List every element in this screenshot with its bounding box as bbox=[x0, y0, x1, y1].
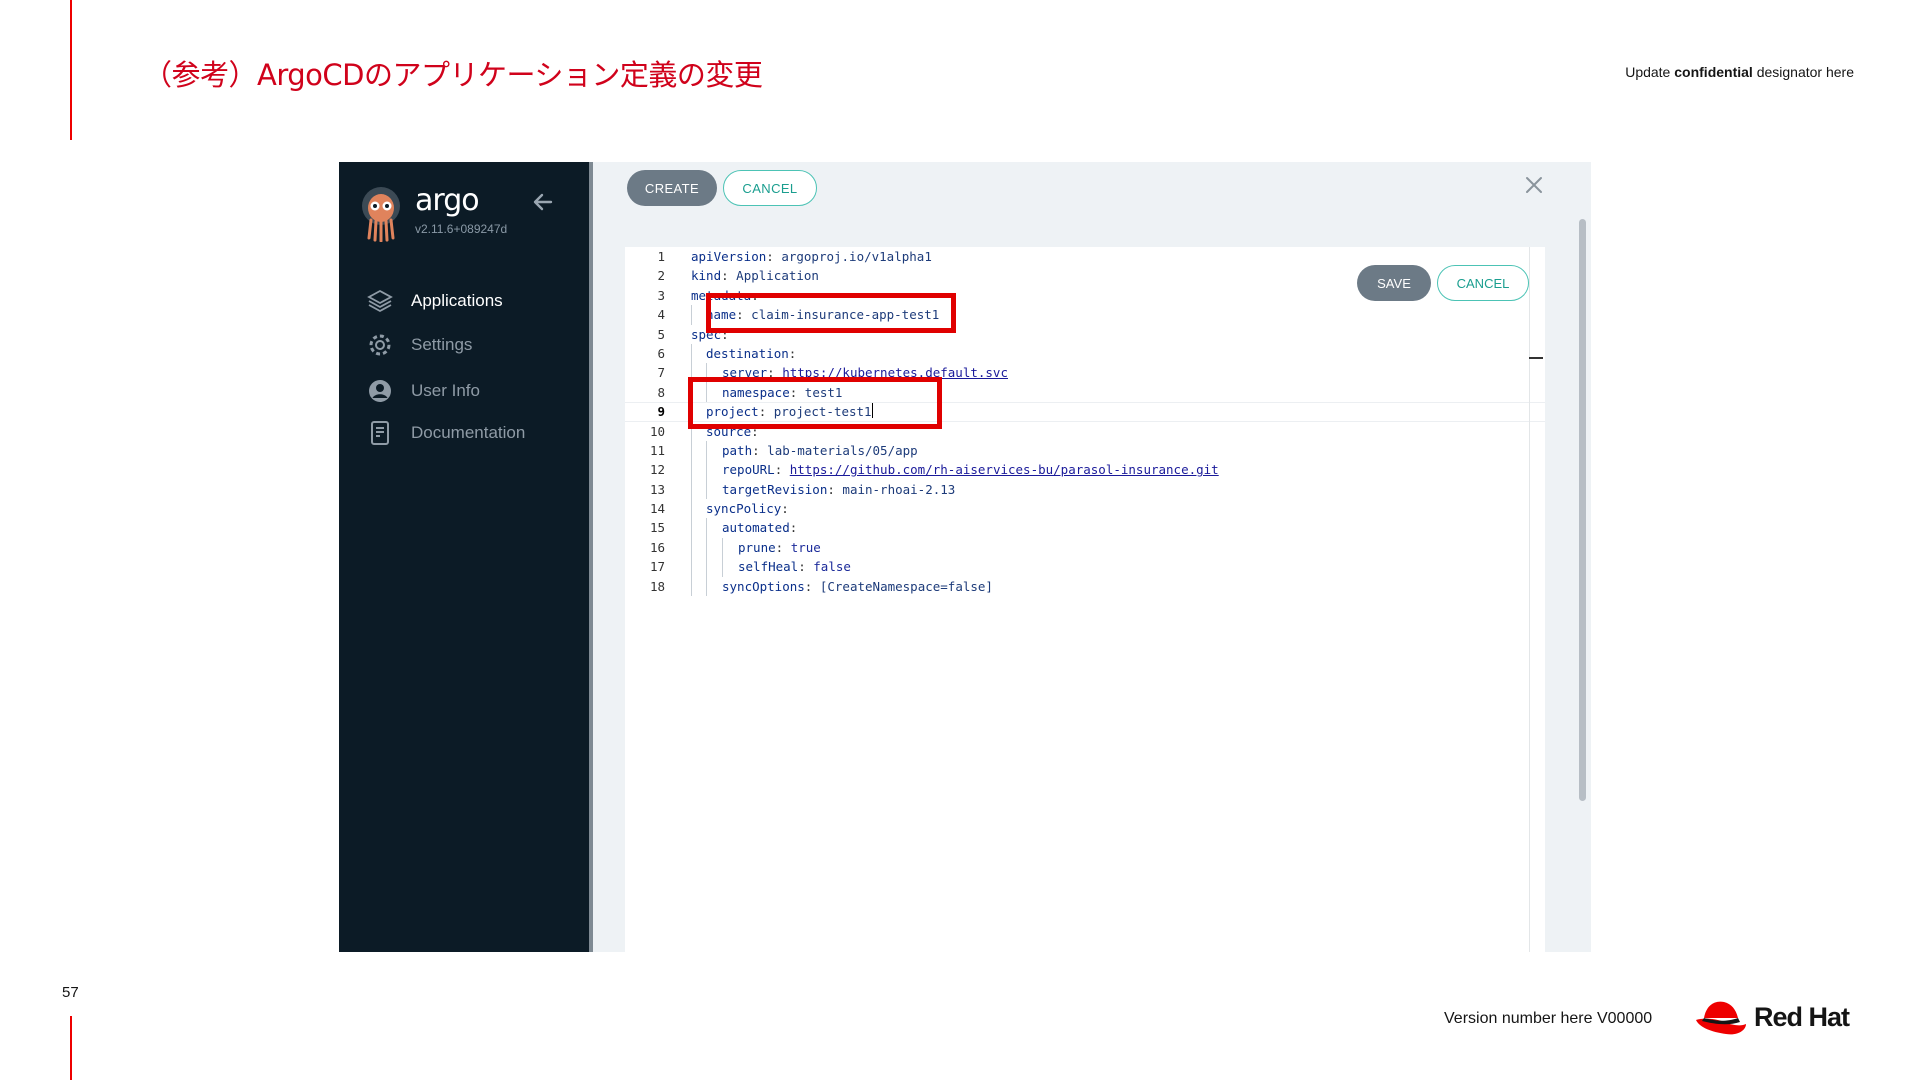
vertical-scrollbar[interactable] bbox=[1578, 217, 1587, 952]
sidebar-item-label: Documentation bbox=[411, 423, 526, 442]
line-number: 6 bbox=[657, 345, 665, 361]
line-number: 15 bbox=[649, 520, 665, 536]
argocd-screenshot: argo v2.11.6+089247d Applications Settin… bbox=[339, 162, 1591, 952]
confidential-pre: Update bbox=[1625, 64, 1675, 80]
brand-version: v2.11.6+089247d bbox=[415, 222, 508, 236]
sidebar-item-label: Settings bbox=[411, 335, 473, 354]
accent-rule-top bbox=[70, 0, 72, 140]
yaml-value: [CreateNamespace=false] bbox=[819, 578, 993, 594]
sidebar: argo v2.11.6+089247d Applications Settin… bbox=[339, 162, 589, 952]
yaml-value: Application bbox=[736, 268, 819, 284]
line-number: 12 bbox=[649, 462, 665, 478]
line-number: 7 bbox=[657, 365, 665, 381]
sidebar-item-user-info[interactable]: User Info bbox=[367, 370, 525, 412]
line-number: 11 bbox=[649, 442, 665, 458]
line-number: 16 bbox=[649, 539, 665, 555]
line-number: 5 bbox=[657, 326, 665, 342]
yaml-key: prune bbox=[738, 539, 776, 555]
layers-icon bbox=[367, 288, 393, 314]
code-line: destination: bbox=[691, 343, 1219, 364]
yaml-bool-value: false bbox=[813, 559, 851, 575]
line-number: 9 bbox=[657, 404, 665, 420]
save-button[interactable]: SAVE bbox=[1357, 265, 1431, 301]
yaml-key: syncOptions bbox=[722, 578, 805, 594]
yaml-key: syncPolicy bbox=[706, 501, 782, 517]
sidebar-item-applications[interactable]: Applications bbox=[367, 280, 525, 322]
sidebar-item-label: User Info bbox=[411, 381, 480, 400]
yaml-key: path bbox=[722, 442, 753, 458]
yaml-link-value[interactable]: https://github.com/rh-aiservices-bu/para… bbox=[790, 462, 1219, 477]
code-line: targetRevision: main-rhoai-2.13 bbox=[691, 479, 1219, 500]
code-line: selfHeal: false bbox=[691, 557, 1219, 577]
sidebar-item-documentation[interactable]: Documentation bbox=[367, 412, 525, 454]
close-icon[interactable] bbox=[1523, 174, 1545, 196]
code-line: apiVersion: argoproj.io/v1alpha1 bbox=[691, 249, 932, 264]
panel-toolbar: CREATE CANCEL bbox=[593, 162, 1591, 214]
highlight-box-name bbox=[706, 293, 956, 333]
confidential-designator: Update confidential designator here bbox=[1625, 64, 1854, 80]
brand-name: argo bbox=[415, 183, 480, 218]
yaml-value: main-rhoai-2.13 bbox=[842, 481, 956, 497]
line-number: 8 bbox=[657, 384, 665, 400]
user-icon bbox=[367, 378, 393, 404]
confidential-post: designator here bbox=[1752, 64, 1854, 80]
code-line: prune: true bbox=[691, 537, 1219, 558]
yaml-value: lab-materials/05/app bbox=[767, 442, 918, 458]
document-icon bbox=[367, 420, 393, 446]
slide-title: （参考）ArgoCDのアプリケーション定義の変更 bbox=[143, 58, 763, 92]
confidential-bold: confidential bbox=[1674, 64, 1753, 80]
code-line: path: lab-materials/05/app bbox=[691, 440, 1219, 461]
yaml-key: targetRevision bbox=[722, 481, 828, 497]
sidebar-item-settings[interactable]: Settings bbox=[367, 324, 525, 366]
highlight-box-project bbox=[688, 377, 942, 429]
code-line: syncOptions: [CreateNamespace=false] bbox=[691, 576, 1219, 597]
yaml-value: argoproj.io/v1alpha1 bbox=[781, 249, 932, 264]
app-panel: CREATE CANCEL 1 2 3 4 5 6 7 8 9 10 11 12 13 14 15 16 17 1… bbox=[593, 162, 1591, 952]
yaml-key: apiVersion bbox=[691, 249, 767, 264]
yaml-bool-value: true bbox=[790, 539, 821, 555]
yaml-key: automated bbox=[722, 520, 790, 536]
yaml-key: kind bbox=[691, 268, 722, 284]
yaml-key: selfHeal bbox=[738, 559, 799, 575]
redhat-wordmark: Red Hat bbox=[1754, 1001, 1850, 1032]
scrollbar-thumb[interactable] bbox=[1579, 219, 1586, 801]
yaml-key: repoURL bbox=[722, 462, 775, 478]
version-text: Version number here V00000 bbox=[1444, 1010, 1653, 1027]
redhat-logo: Red Hat bbox=[1694, 996, 1850, 1038]
code-line: repoURL: https://github.com/rh-aiservice… bbox=[691, 460, 1219, 480]
accent-rule-bottom bbox=[70, 1016, 72, 1080]
gear-icon bbox=[367, 332, 393, 358]
line-number: 10 bbox=[649, 423, 665, 439]
brand: argo v2.11.6+089247d bbox=[415, 183, 508, 237]
line-number: 14 bbox=[649, 501, 665, 517]
line-number-gutter: 1 2 3 4 5 6 7 8 9 10 11 12 13 14 15 16 17 18 bbox=[625, 247, 665, 596]
line-number: 3 bbox=[657, 287, 665, 303]
yaml-key: destination bbox=[706, 345, 789, 361]
sidebar-nav: Applications Settings User Info Document… bbox=[367, 280, 525, 454]
line-number: 1 bbox=[657, 249, 665, 264]
sidebar-item-label: Applications bbox=[411, 291, 503, 310]
editor-cancel-button[interactable]: CANCEL bbox=[1437, 265, 1529, 301]
line-number: 17 bbox=[649, 559, 665, 575]
overview-marker bbox=[1529, 357, 1543, 359]
argo-octopus-icon bbox=[362, 187, 400, 242]
collapse-arrow-icon[interactable] bbox=[531, 190, 555, 214]
cancel-button[interactable]: CANCEL bbox=[723, 170, 817, 206]
line-number: 4 bbox=[657, 307, 665, 323]
code-line: kind: Application bbox=[691, 268, 819, 284]
yaml-editor[interactable]: 1 2 3 4 5 6 7 8 9 10 11 12 13 14 15 16 17 18 apiVersion: … bbox=[625, 247, 1545, 952]
line-number: 13 bbox=[649, 481, 665, 497]
code-line: automated: bbox=[691, 518, 1219, 538]
line-number: 2 bbox=[657, 268, 665, 284]
redhat-hat-icon bbox=[1696, 1001, 1746, 1035]
page-number: 57 bbox=[62, 984, 79, 1001]
code-line: syncPolicy: bbox=[691, 499, 1219, 519]
argo-logo: argo v2.11.6+089247d bbox=[359, 186, 507, 242]
line-number: 18 bbox=[649, 578, 665, 594]
create-button[interactable]: CREATE bbox=[627, 170, 717, 206]
editor-ruler bbox=[1529, 247, 1530, 952]
